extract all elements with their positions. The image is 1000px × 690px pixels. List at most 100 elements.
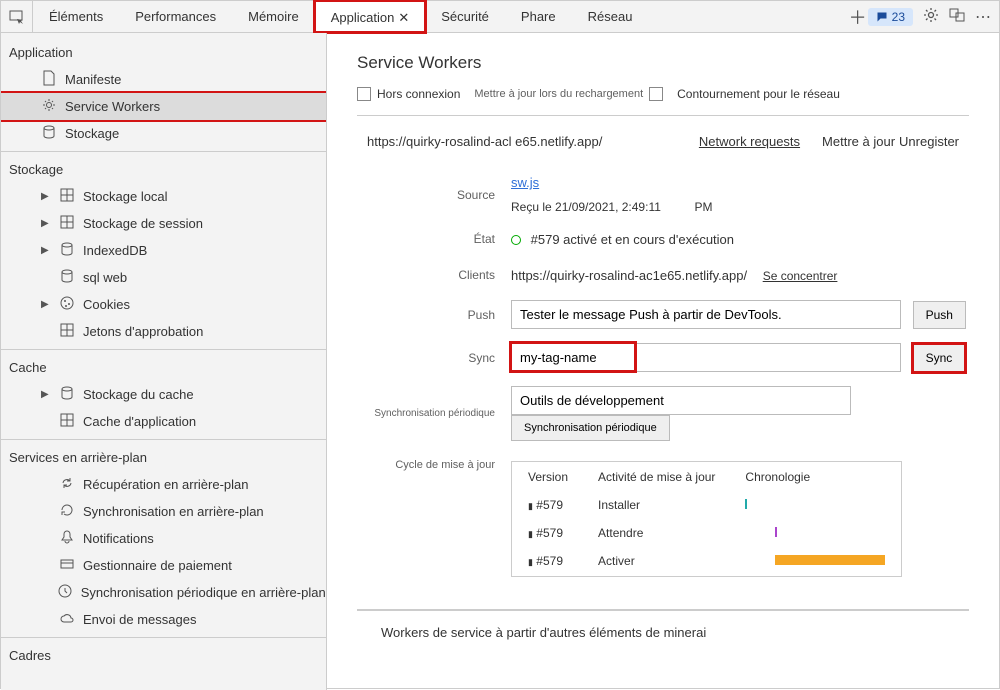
- offline-label: Hors connexion: [377, 87, 460, 101]
- sidebar-item-bg-sync[interactable]: ▶Synchronisation en arrière-plan: [1, 498, 326, 525]
- tab-application[interactable]: Application ✕: [315, 1, 426, 32]
- sidebar-item-label: Envoi de messages: [83, 612, 196, 627]
- sidebar-item-manifest[interactable]: Manifeste: [1, 66, 326, 93]
- sidebar-group-application: Application: [1, 39, 326, 66]
- database-icon: [59, 268, 75, 287]
- source-label: Source: [359, 169, 509, 220]
- sync-input[interactable]: [511, 343, 901, 372]
- sidebar-item-storage[interactable]: Stockage: [1, 120, 326, 147]
- sync-button[interactable]: Sync: [913, 344, 966, 372]
- database-icon: [41, 124, 57, 143]
- other-workers-note: Workers de service à partir d'autres élé…: [357, 610, 969, 654]
- close-icon[interactable]: ✕: [398, 10, 409, 26]
- sidebar-item-trust-tokens[interactable]: ▶Jetons d'approbation: [1, 318, 326, 345]
- cookie-icon: [59, 295, 75, 314]
- source-link[interactable]: sw.js: [511, 175, 539, 190]
- sidebar-item-websql[interactable]: ▶sql web: [1, 264, 326, 291]
- sidebar-item-label: Service Workers: [65, 99, 160, 114]
- gear-icon[interactable]: [923, 7, 939, 26]
- clock-icon: [57, 583, 73, 602]
- th-activity: Activité de mise à jour: [584, 464, 729, 490]
- tab-lighthouse[interactable]: Phare: [505, 1, 572, 32]
- sidebar-item-payment[interactable]: ▶Gestionnaire de paiement: [1, 552, 326, 579]
- clients-value: https://quirky-rosalind-ac1e65.netlify.a…: [511, 268, 747, 283]
- document-icon: [41, 70, 57, 89]
- periodic-sync-input[interactable]: [511, 386, 851, 415]
- periodic-sync-button[interactable]: Synchronisation périodique: [511, 415, 670, 441]
- sidebar-group-bg-services: Services en arrière-plan: [1, 444, 326, 471]
- sidebar-item-cache-storage[interactable]: ▶Stockage du cache: [1, 381, 326, 408]
- refresh-icon: [59, 502, 75, 521]
- update-reload-checkbox[interactable]: [649, 87, 663, 101]
- sidebar-item-cookies[interactable]: ▶Cookies: [1, 291, 326, 318]
- sidebar-item-periodic-sync[interactable]: ▶Synchronisation périodique en arrière-p…: [1, 579, 326, 606]
- sidebar-item-session-storage[interactable]: ▶Stockage de session: [1, 210, 326, 237]
- sidebar-item-push[interactable]: ▶Envoi de messages: [1, 606, 326, 633]
- table-row: ▮ #579 Attendre: [514, 520, 899, 546]
- messages-count: 23: [892, 10, 905, 24]
- network-requests-link[interactable]: Network requests: [699, 134, 800, 149]
- sidebar-item-bg-fetch[interactable]: ▶Récupération en arrière-plan: [1, 471, 326, 498]
- bell-icon: [59, 529, 75, 548]
- received-suffix: PM: [695, 200, 713, 214]
- sidebar-item-indexeddb[interactable]: ▶IndexedDB: [1, 237, 326, 264]
- sidebar-group-frames: Cadres: [1, 642, 326, 669]
- tab-elements[interactable]: Éléments: [33, 1, 119, 32]
- table-row: ▮ #579 Activer: [514, 548, 899, 574]
- cloud-icon: [59, 610, 75, 629]
- dock-icon[interactable]: [949, 7, 965, 26]
- update-reload-label: Mettre à jour lors du rechargement: [474, 88, 643, 100]
- inspect-element-icon[interactable]: [1, 1, 33, 32]
- main-panel: Service Workers Hors connexion Mettre à …: [327, 33, 999, 690]
- update-link[interactable]: Mettre à jour: [822, 134, 895, 149]
- sidebar-item-notifications[interactable]: ▶Notifications: [1, 525, 326, 552]
- tab-memory[interactable]: Mémoire: [232, 1, 315, 32]
- sw-scope-url: https://quirky-rosalind-acl e65.netlify.…: [357, 134, 602, 149]
- database-icon: [59, 385, 75, 404]
- sync-label: Sync: [359, 337, 509, 378]
- grid-icon: [59, 187, 75, 206]
- status-dot-icon: [511, 235, 521, 245]
- focus-link[interactable]: Se concentrer: [763, 269, 838, 283]
- sidebar-item-service-workers[interactable]: Service Workers: [1, 93, 326, 120]
- offline-checkbox[interactable]: [357, 87, 371, 101]
- grid-icon: [59, 214, 75, 233]
- service-worker-block: https://quirky-rosalind-acl e65.netlify.…: [357, 115, 969, 610]
- sidebar-item-app-cache[interactable]: ▶Cache d'application: [1, 408, 326, 435]
- sidebar-item-label: Gestionnaire de paiement: [83, 558, 232, 573]
- application-sidebar: Application Manifeste Service Workers St…: [1, 33, 327, 690]
- sidebar-item-label: Récupération en arrière-plan: [83, 477, 248, 492]
- sidebar-item-local-storage[interactable]: ▶Stockage local: [1, 183, 326, 210]
- row-activity: Installer: [584, 492, 729, 518]
- sidebar-item-label: Notifications: [83, 531, 154, 546]
- messages-badge[interactable]: 23: [868, 8, 913, 26]
- row-version: #579: [536, 498, 563, 512]
- th-version: Version: [514, 464, 582, 490]
- unregister-link[interactable]: Unregister: [899, 134, 959, 149]
- sidebar-group-storage: Stockage: [1, 156, 326, 183]
- sidebar-item-label: Synchronisation en arrière-plan: [83, 504, 264, 519]
- grid-icon: [59, 322, 75, 341]
- add-tab-icon[interactable]: ＋: [848, 7, 868, 27]
- sidebar-item-label: Stockage du cache: [83, 387, 194, 402]
- sync-icon: [59, 475, 75, 494]
- row-activity: Activer: [584, 548, 729, 574]
- tab-security[interactable]: Sécurité: [425, 1, 505, 32]
- sidebar-item-label: Stockage de session: [83, 216, 203, 231]
- sidebar-item-label: Cache d'application: [83, 414, 196, 429]
- tab-performance[interactable]: Performances: [119, 1, 232, 32]
- row-version: #579: [536, 554, 563, 568]
- push-input[interactable]: [511, 300, 901, 329]
- gear-small-icon: [41, 97, 57, 116]
- sidebar-item-label: Manifeste: [65, 72, 121, 87]
- push-button[interactable]: Push: [913, 301, 966, 329]
- update-cycle-label: Cycle de mise à jour: [359, 449, 509, 583]
- status-label: État: [359, 222, 509, 256]
- status-value: #579 activé et en cours d'exécution: [531, 232, 734, 247]
- more-icon[interactable]: ⋯: [975, 7, 991, 27]
- table-row: ▮ #579 Installer: [514, 492, 899, 518]
- sidebar-item-label: Synchronisation périodique en arrière-pl…: [81, 585, 326, 600]
- tab-network[interactable]: Réseau: [572, 1, 649, 32]
- database-icon: [59, 241, 75, 260]
- row-version: #579: [536, 526, 563, 540]
